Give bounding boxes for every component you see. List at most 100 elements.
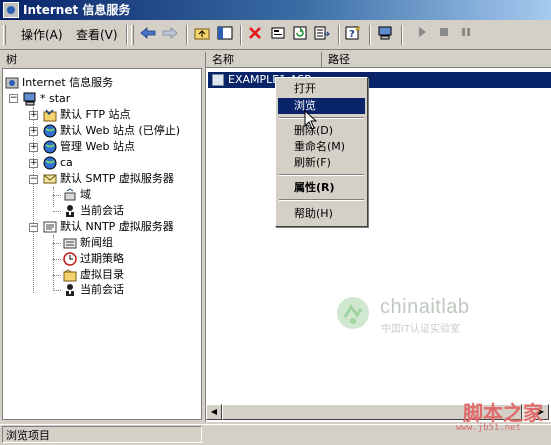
menu-item-help[interactable]: 帮助(H): [278, 206, 365, 222]
globe-icon: [43, 156, 57, 170]
tree-label: 新闻组: [80, 236, 113, 249]
newsgroup-icon: [63, 236, 77, 250]
menu-item-delete[interactable]: 删除(D): [278, 123, 365, 139]
asp-file-icon: [212, 74, 224, 86]
tree-pane[interactable]: Internet 信息服务 − * star + 默认 FTP 站点 + 默认 …: [2, 68, 202, 420]
properties-icon[interactable]: [268, 26, 288, 44]
expiration-clock-icon: [63, 252, 77, 266]
tree-line: [53, 211, 61, 212]
menu-item-properties[interactable]: 属性(R): [278, 180, 365, 196]
status-text: 浏览项目: [2, 426, 202, 443]
tree-label: 默认 NNTP 虚拟服务器: [60, 220, 174, 233]
pause-icon[interactable]: [456, 26, 476, 44]
tree-label: 域: [80, 188, 91, 201]
refresh-icon[interactable]: [290, 26, 310, 44]
column-header-name[interactable]: 名称: [206, 52, 322, 68]
expand-toggle[interactable]: +: [29, 159, 38, 168]
tree-label: 当前会话: [80, 283, 124, 296]
forward-arrow-icon[interactable]: [160, 26, 180, 44]
toolbar-grip[interactable]: [131, 25, 134, 45]
toolbar-separator: [338, 25, 340, 45]
tree-item-admin-web[interactable]: 管理 Web 站点: [43, 139, 135, 155]
collapse-toggle[interactable]: −: [29, 223, 38, 232]
iis-app-icon: [3, 2, 19, 18]
back-arrow-icon[interactable]: [138, 26, 158, 44]
collapse-toggle[interactable]: −: [9, 94, 18, 103]
context-menu: 打开 浏览 删除(D) 重命名(M) 刷新(F) 属性(R) 帮助(H): [275, 77, 368, 227]
tree-label: * star: [40, 92, 71, 105]
menu-item-open[interactable]: 打开: [278, 81, 365, 97]
title-bar: Internet 信息服务: [0, 0, 551, 20]
globe-icon: [43, 140, 57, 154]
action-menu[interactable]: 操作(A): [19, 27, 65, 43]
tree-item-smtp-server[interactable]: 默认 SMTP 虚拟服务器: [43, 171, 174, 187]
tree-item-ca[interactable]: ca: [43, 155, 73, 171]
delete-icon[interactable]: [245, 26, 265, 44]
watermark-jb51: 脚本之家: [463, 401, 543, 425]
tree-item-server[interactable]: * star: [23, 91, 70, 107]
tree-item-nntp-server[interactable]: 默认 NNTP 虚拟服务器: [43, 219, 174, 235]
watermark-jb51-url: www.jb51.net: [456, 423, 522, 433]
window-title: Internet 信息服务: [23, 3, 131, 17]
tree-line: [53, 275, 61, 276]
menu-separator: [279, 199, 364, 201]
toolbar-separator: [401, 25, 403, 45]
tree-item-iis-root[interactable]: Internet 信息服务: [5, 75, 113, 91]
export-list-icon[interactable]: [312, 26, 332, 44]
menu-item-rename[interactable]: 重命名(M): [278, 139, 365, 155]
computer-icon[interactable]: [375, 26, 395, 44]
toolbar-grip[interactable]: [3, 25, 6, 45]
expand-toggle[interactable]: +: [29, 127, 38, 136]
watermark-chinaitlab-sub: 中国IT认证实验室: [381, 324, 461, 335]
globe-icon: [43, 124, 57, 138]
tree-line: [53, 187, 54, 207]
tree-item-default-web[interactable]: 默认 Web 站点 (已停止): [43, 123, 180, 139]
up-folder-icon[interactable]: [192, 26, 212, 44]
user-session-icon: [63, 283, 77, 297]
tree-item-nntp-expiration[interactable]: 过期策略: [63, 251, 124, 267]
menu-separator: [279, 117, 364, 119]
tree-header: 树: [6, 53, 17, 66]
expand-toggle[interactable]: +: [29, 143, 38, 152]
tree-label: Internet 信息服务: [22, 76, 114, 89]
tree-item-nntp-sessions[interactable]: 当前会话: [63, 282, 124, 298]
tree-label: 管理 Web 站点: [60, 140, 135, 153]
stop-icon[interactable]: [434, 26, 454, 44]
tree-label: 默认 Web 站点 (已停止): [60, 124, 181, 137]
show-tree-icon[interactable]: [215, 26, 235, 44]
virtual-directory-icon: [63, 268, 77, 282]
watermark-chinaitlab: chinaitlab: [380, 296, 470, 318]
toolbar: 操作(A) 查看(V) ?: [0, 20, 551, 50]
toolbar-separator: [369, 25, 371, 45]
expand-toggle[interactable]: +: [29, 111, 38, 120]
tree-item-smtp-domain[interactable]: 域: [63, 187, 91, 203]
user-session-icon: [63, 204, 77, 218]
scroll-left-icon[interactable]: ◀: [206, 404, 222, 420]
view-menu[interactable]: 查看(V): [74, 27, 120, 43]
menu-item-refresh[interactable]: 刷新(F): [278, 155, 365, 171]
mail-icon: [43, 172, 57, 186]
tree-label: ca: [60, 156, 73, 169]
tree-line: [53, 195, 61, 196]
iis-root-icon: [5, 76, 19, 90]
column-header-path[interactable]: 路径: [322, 52, 551, 68]
tree-label: 默认 FTP 站点: [60, 108, 131, 121]
tree-label: 默认 SMTP 虚拟服务器: [60, 172, 174, 185]
tree-item-nntp-newsgroups[interactable]: 新闻组: [63, 235, 113, 251]
tree-item-nntp-vdirs[interactable]: 虚拟目录: [63, 267, 124, 283]
menu-item-browse[interactable]: 浏览: [278, 98, 365, 114]
mouse-pointer-icon: [304, 110, 318, 130]
tree-item-ftp-site[interactable]: 默认 FTP 站点: [43, 107, 130, 123]
tree-label: 当前会话: [80, 204, 124, 217]
play-icon[interactable]: [412, 26, 432, 44]
list-item-selected[interactable]: EXAMPLE1.ASP: [208, 72, 551, 88]
toolbar-separator: [240, 25, 242, 45]
details-pane[interactable]: 名称 路径 EXAMPLE1.ASP: [205, 52, 551, 422]
collapse-toggle[interactable]: −: [29, 175, 38, 184]
tree-item-smtp-sessions[interactable]: 当前会话: [63, 203, 124, 219]
help-icon[interactable]: ?: [343, 26, 363, 44]
ftp-folder-icon: [43, 108, 57, 122]
tree-line: [53, 259, 61, 260]
tree-label: 过期策略: [80, 252, 124, 265]
tree-label: 虚拟目录: [80, 268, 124, 281]
